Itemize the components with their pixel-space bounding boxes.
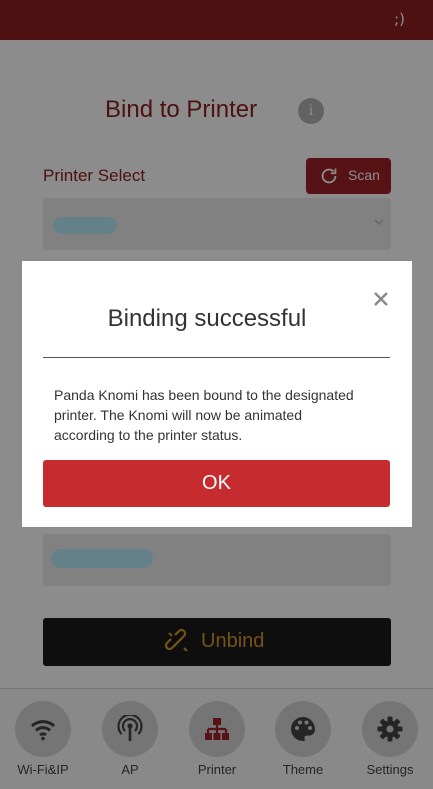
ok-button[interactable]: OK bbox=[43, 460, 390, 507]
binding-success-dialog: Binding successful Panda Knomi has been … bbox=[22, 261, 412, 527]
dialog-title: Binding successful bbox=[107, 305, 307, 332]
dialog-message: Panda Knomi has been bound to the design… bbox=[54, 387, 354, 443]
dialog-divider bbox=[43, 357, 390, 358]
